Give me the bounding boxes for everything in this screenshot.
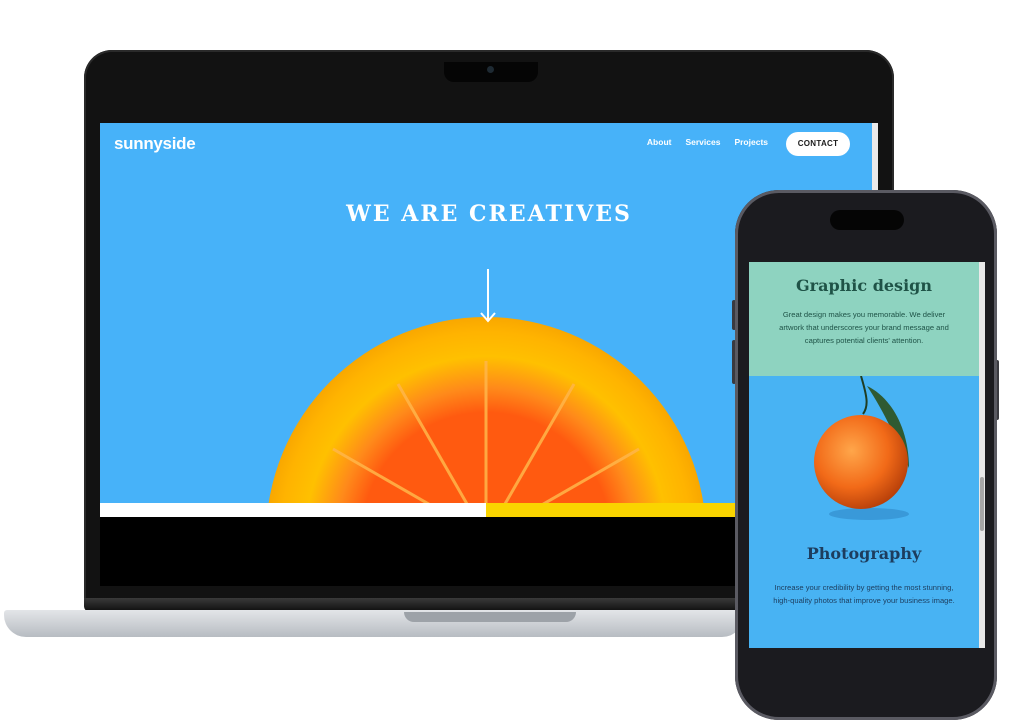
- phone-scrollbar[interactable]: [979, 262, 985, 648]
- phone-dynamic-island: [830, 210, 904, 230]
- graphic-design-section: Graphic design Great design makes you me…: [749, 262, 979, 376]
- phone-screen: Graphic design Great design makes you me…: [749, 262, 985, 648]
- nav-item-projects[interactable]: Projects: [734, 137, 768, 147]
- orange-segments: [332, 361, 640, 503]
- brand-logo[interactable]: sunnyside: [114, 134, 196, 154]
- graphic-design-title: Graphic design: [796, 276, 932, 295]
- nav-item-about[interactable]: About: [647, 137, 672, 147]
- photography-title: Photography: [806, 544, 922, 563]
- photography-text: Increase your credibility by getting the…: [773, 583, 955, 605]
- phone-scrollbar-thumb[interactable]: [980, 477, 984, 531]
- graphic-design-text: Great design makes you memorable. We del…: [779, 310, 949, 345]
- laptop-base: [4, 610, 744, 637]
- photography-section: Photography Increase your credibility by…: [749, 376, 979, 648]
- section-divider-white: [100, 503, 486, 517]
- contact-button[interactable]: CONTACT: [786, 132, 850, 156]
- laptop-groove: [404, 612, 576, 622]
- camera-icon: [487, 66, 494, 73]
- main-nav: About Services Projects: [647, 137, 768, 147]
- nav-item-services[interactable]: Services: [685, 137, 720, 147]
- orange-fruit-image: [814, 376, 909, 520]
- arrow-down-icon[interactable]: [480, 269, 496, 325]
